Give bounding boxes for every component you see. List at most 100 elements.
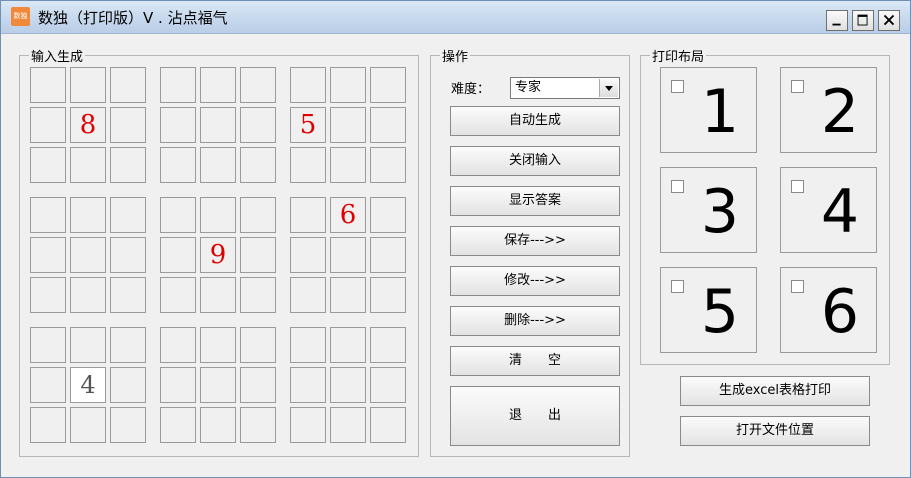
sudoku-cell[interactable] xyxy=(30,367,66,403)
sudoku-cell[interactable] xyxy=(330,107,366,143)
layout-checkbox[interactable] xyxy=(791,180,804,193)
sudoku-cell[interactable]: 9 xyxy=(200,237,236,273)
sudoku-cell[interactable] xyxy=(370,237,406,273)
chevron-down-icon[interactable] xyxy=(599,79,618,97)
sudoku-cell[interactable] xyxy=(240,407,276,443)
sudoku-cell[interactable] xyxy=(160,407,196,443)
sudoku-cell[interactable] xyxy=(70,197,106,233)
sudoku-cell[interactable] xyxy=(290,67,326,103)
layout-checkbox[interactable] xyxy=(791,80,804,93)
sudoku-cell[interactable] xyxy=(240,237,276,273)
modify-button[interactable]: 修改--->> xyxy=(450,266,620,296)
minimize-button[interactable] xyxy=(826,10,848,31)
sudoku-cell[interactable] xyxy=(110,197,146,233)
sudoku-cell[interactable] xyxy=(110,367,146,403)
maximize-button[interactable] xyxy=(852,10,874,31)
generate-excel-button[interactable]: 生成excel表格打印 xyxy=(680,376,870,406)
sudoku-cell[interactable] xyxy=(110,67,146,103)
sudoku-cell[interactable] xyxy=(290,277,326,313)
difficulty-select[interactable]: 专家 xyxy=(510,77,620,99)
sudoku-cell[interactable] xyxy=(290,197,326,233)
sudoku-cell[interactable] xyxy=(240,367,276,403)
sudoku-cell[interactable] xyxy=(200,327,236,363)
layout-checkbox[interactable] xyxy=(791,280,804,293)
sudoku-cell[interactable] xyxy=(70,407,106,443)
sudoku-cell[interactable] xyxy=(200,407,236,443)
layout-option[interactable]: 6 xyxy=(780,267,877,353)
layout-option[interactable]: 5 xyxy=(660,267,757,353)
sudoku-cell[interactable] xyxy=(240,197,276,233)
sudoku-cell[interactable] xyxy=(160,327,196,363)
sudoku-cell[interactable] xyxy=(370,327,406,363)
sudoku-cell[interactable] xyxy=(110,277,146,313)
sudoku-cell[interactable] xyxy=(330,277,366,313)
sudoku-cell[interactable] xyxy=(200,277,236,313)
delete-button[interactable]: 删除--->> xyxy=(450,306,620,336)
open-folder-button[interactable]: 打开文件位置 xyxy=(680,416,870,446)
sudoku-cell[interactable] xyxy=(290,367,326,403)
layout-checkbox[interactable] xyxy=(671,80,684,93)
sudoku-cell[interactable] xyxy=(330,327,366,363)
layout-option[interactable]: 3 xyxy=(660,167,757,253)
sudoku-cell[interactable] xyxy=(70,327,106,363)
sudoku-cell[interactable] xyxy=(30,197,66,233)
close-button[interactable] xyxy=(878,10,900,31)
sudoku-cell[interactable] xyxy=(30,67,66,103)
sudoku-cell[interactable] xyxy=(160,197,196,233)
sudoku-cell[interactable] xyxy=(160,237,196,273)
sudoku-cell[interactable]: 8 xyxy=(70,107,106,143)
sudoku-cell[interactable] xyxy=(290,407,326,443)
layout-option[interactable]: 4 xyxy=(780,167,877,253)
sudoku-cell[interactable] xyxy=(110,407,146,443)
sudoku-cell[interactable] xyxy=(330,237,366,273)
exit-button[interactable]: 退 出 xyxy=(450,386,620,446)
sudoku-cell[interactable] xyxy=(30,237,66,273)
sudoku-cell[interactable] xyxy=(370,107,406,143)
sudoku-cell[interactable] xyxy=(330,67,366,103)
sudoku-cell[interactable] xyxy=(160,277,196,313)
sudoku-cell[interactable] xyxy=(70,237,106,273)
sudoku-cell[interactable]: 6 xyxy=(330,197,366,233)
layout-checkbox[interactable] xyxy=(671,280,684,293)
sudoku-cell[interactable]: 4 xyxy=(70,367,106,403)
sudoku-cell[interactable] xyxy=(240,147,276,183)
close-input-button[interactable]: 关闭输入 xyxy=(450,146,620,176)
sudoku-cell[interactable] xyxy=(240,107,276,143)
sudoku-cell[interactable] xyxy=(110,237,146,273)
sudoku-cell[interactable] xyxy=(370,147,406,183)
sudoku-cell[interactable] xyxy=(70,67,106,103)
sudoku-cell[interactable] xyxy=(30,407,66,443)
sudoku-cell[interactable] xyxy=(30,327,66,363)
sudoku-cell[interactable] xyxy=(290,147,326,183)
sudoku-cell[interactable] xyxy=(370,277,406,313)
sudoku-cell[interactable] xyxy=(200,67,236,103)
sudoku-cell[interactable] xyxy=(110,147,146,183)
sudoku-cell[interactable] xyxy=(160,67,196,103)
sudoku-cell[interactable] xyxy=(110,107,146,143)
sudoku-cell[interactable] xyxy=(200,107,236,143)
sudoku-cell[interactable] xyxy=(370,197,406,233)
sudoku-cell[interactable]: 5 xyxy=(290,107,326,143)
sudoku-cell[interactable] xyxy=(200,367,236,403)
sudoku-cell[interactable] xyxy=(70,277,106,313)
sudoku-cell[interactable] xyxy=(370,407,406,443)
show-answer-button[interactable]: 显示答案 xyxy=(450,186,620,216)
clear-button[interactable]: 清 空 xyxy=(450,346,620,376)
save-button[interactable]: 保存--->> xyxy=(450,226,620,256)
auto-generate-button[interactable]: 自动生成 xyxy=(450,106,620,136)
sudoku-cell[interactable] xyxy=(200,147,236,183)
sudoku-cell[interactable] xyxy=(240,277,276,313)
sudoku-cell[interactable] xyxy=(370,67,406,103)
layout-option[interactable]: 2 xyxy=(780,67,877,153)
sudoku-cell[interactable] xyxy=(160,147,196,183)
sudoku-cell[interactable] xyxy=(200,197,236,233)
layout-checkbox[interactable] xyxy=(671,180,684,193)
sudoku-cell[interactable] xyxy=(70,147,106,183)
sudoku-cell[interactable] xyxy=(110,327,146,363)
sudoku-cell[interactable] xyxy=(30,277,66,313)
sudoku-cell[interactable] xyxy=(30,147,66,183)
sudoku-cell[interactable] xyxy=(330,147,366,183)
sudoku-cell[interactable] xyxy=(160,107,196,143)
sudoku-cell[interactable] xyxy=(330,367,366,403)
sudoku-cell[interactable] xyxy=(160,367,196,403)
